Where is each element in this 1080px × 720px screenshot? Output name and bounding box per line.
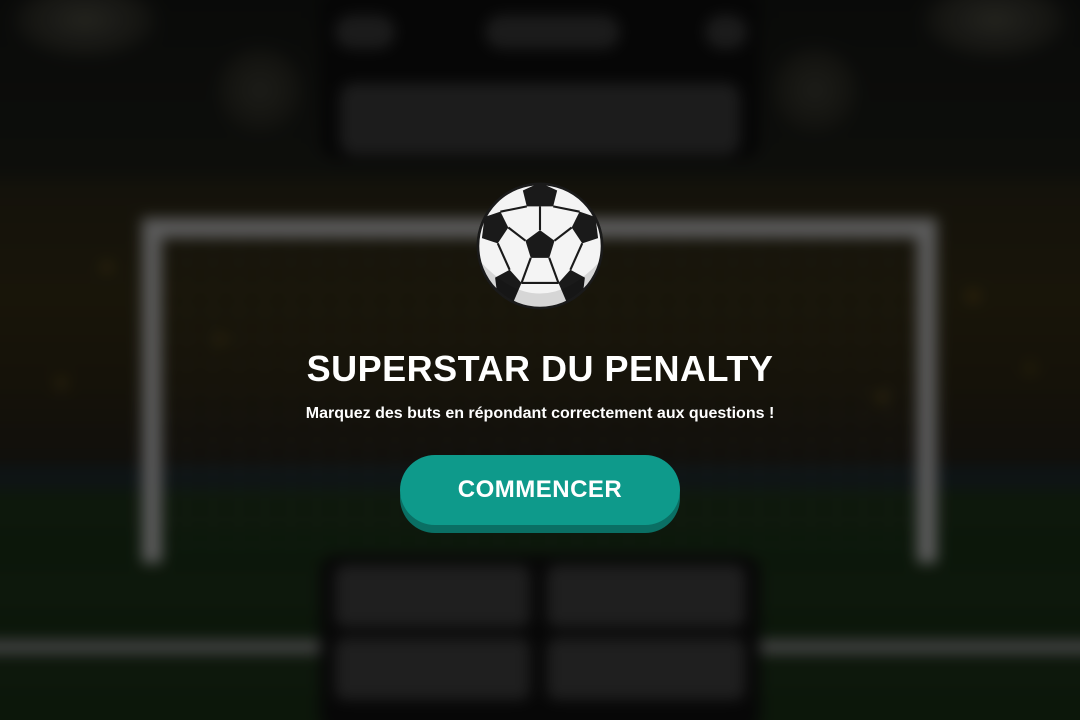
game-title: SUPERSTAR DU PENALTY <box>306 348 774 389</box>
start-button[interactable]: COMMENCER <box>400 455 680 525</box>
start-screen: SUPERSTAR DU PENALTY Marquez des buts en… <box>0 0 1080 720</box>
soccer-ball-icon <box>476 182 604 310</box>
game-stage: SUPERSTAR DU PENALTY Marquez des buts en… <box>0 0 1080 720</box>
game-subtitle: Marquez des buts en répondant correcteme… <box>305 405 775 422</box>
